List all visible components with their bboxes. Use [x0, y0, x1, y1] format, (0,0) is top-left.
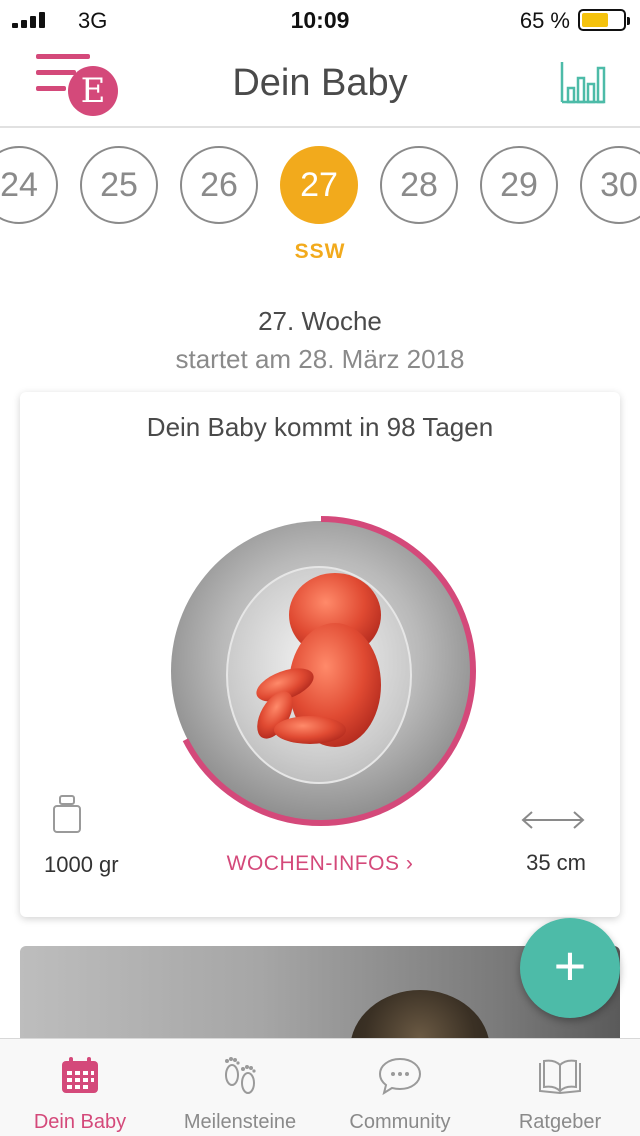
tab-dein-baby[interactable]: Dein Baby — [0, 1039, 160, 1136]
app-header: E Dein Baby — [0, 40, 640, 128]
week-circle[interactable]: 24 — [0, 146, 58, 224]
countdown-text: Dein Baby kommt in 98 Tagen — [146, 412, 494, 442]
length-arrow-icon — [521, 811, 585, 829]
baby-illustration[interactable] — [165, 515, 477, 827]
footprints-icon — [225, 1057, 256, 1094]
menu-line-icon — [36, 54, 90, 59]
week-circle-selected[interactable]: 27 — [280, 146, 358, 224]
week-circle[interactable]: 25 — [80, 146, 158, 224]
page-title: Dein Baby — [232, 62, 408, 104]
tab-label: Community — [349, 1111, 451, 1133]
week-circle[interactable]: 29 — [480, 146, 558, 224]
tab-label: Ratgeber — [518, 1111, 602, 1133]
tab-label: Dein Baby — [33, 1111, 127, 1133]
calendar-icon — [62, 1057, 98, 1093]
battery-icon — [578, 9, 630, 31]
week-circle[interactable]: 28 — [380, 146, 458, 224]
ssw-label: SSW — [294, 240, 346, 263]
chat-bubble-icon — [378, 1057, 422, 1096]
baby-card: Dein Baby kommt in 98 Tagen 1000 gr WOCH… — [20, 392, 620, 917]
tab-community[interactable]: Community — [320, 1039, 480, 1136]
week-circle[interactable]: 30 — [580, 146, 640, 224]
tab-label: Meilensteine — [183, 1111, 297, 1133]
battery-percent: 65 % — [519, 8, 570, 33]
chevron-right-icon: › — [405, 852, 414, 875]
add-button[interactable]: + — [520, 918, 620, 1018]
week-info-link-label: WOCHEN-INFOS — [226, 852, 400, 875]
week-start-date: startet am 28. März 2018 — [175, 344, 465, 374]
tab-meilensteine[interactable]: Meilensteine — [160, 1039, 320, 1136]
tab-ratgeber[interactable]: Ratgeber — [480, 1039, 640, 1136]
book-icon — [539, 1059, 581, 1095]
weight-icon — [53, 795, 81, 833]
tab-bar: Dein Baby Meilensteine Community Ratgebe… — [0, 1038, 640, 1136]
length-value: 35 cm — [526, 850, 586, 875]
status-bar: 3G 10:09 65 % — [0, 0, 640, 40]
week-selector: 24 25 26 27 28 29 30 — [0, 142, 640, 228]
week-title: 27. Woche — [258, 306, 382, 336]
bar-chart-icon[interactable] — [560, 60, 606, 104]
week-circle[interactable]: 26 — [180, 146, 258, 224]
